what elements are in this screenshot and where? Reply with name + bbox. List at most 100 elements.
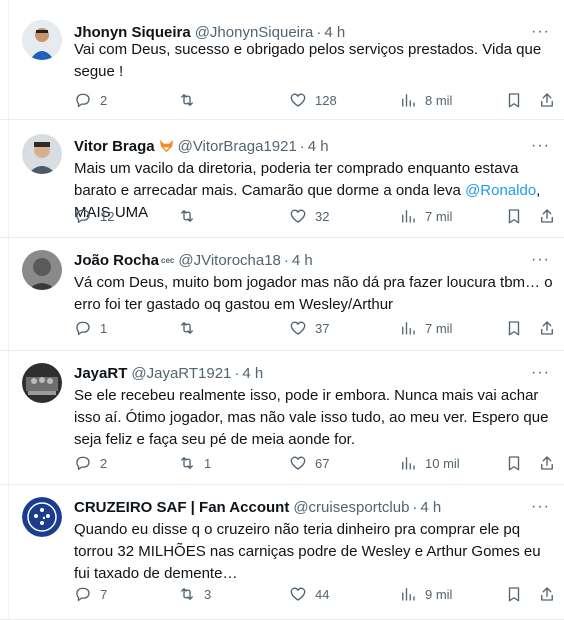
views-button[interactable]: 7 mil (399, 318, 452, 338)
timestamp[interactable]: 4 h (324, 24, 345, 41)
share-icon (541, 321, 553, 335)
tweet-actions: 2 1 67 10 mil (74, 453, 553, 473)
retweet-button[interactable] (178, 318, 204, 338)
reply-icon (76, 209, 90, 224)
tweet-header: Vitor Braga @VitorBraga1921 · 4 h (74, 136, 329, 156)
reply-count: 12 (100, 208, 115, 224)
bookmark-button[interactable] (505, 318, 523, 338)
tweet-header: JayaRT @JayaRT1921 · 4 h (74, 363, 263, 383)
tweet-joao[interactable]: João Rocha cec @JVitorocha18 · 4 h ··· V… (0, 238, 564, 351)
tweet-jhonyn[interactable]: Jhonyn Siqueira @JhonynSiqueira · 4 h ··… (0, 0, 564, 120)
more-options-icon[interactable]: ··· (531, 24, 550, 40)
reply-count: 1 (100, 320, 108, 336)
tweet-text: Quando eu disse q o cruzeiro não teria d… (74, 521, 541, 582)
share-icon (541, 587, 553, 601)
author-name[interactable]: João Rocha (74, 252, 159, 269)
tweet-jayart[interactable]: JayaRT @JayaRT1921 · 4 h ··· Se ele rece… (0, 351, 564, 485)
like-button[interactable]: 44 (289, 584, 329, 604)
heart-icon (290, 456, 306, 470)
timestamp[interactable]: 4 h (420, 499, 441, 516)
avatar[interactable] (22, 20, 62, 60)
tweet-cruzeiro[interactable]: CRUZEIRO SAF | Fan Account @cruisesportc… (0, 485, 564, 620)
tweet-header: CRUZEIRO SAF | Fan Account @cruisesportc… (74, 497, 441, 517)
like-button[interactable]: 32 (289, 206, 329, 226)
author-handle[interactable]: @JayaRT1921 (131, 365, 231, 382)
share-button[interactable] (538, 318, 556, 338)
reply-icon (76, 587, 90, 602)
share-button[interactable] (538, 206, 556, 226)
bookmark-button[interactable] (505, 453, 523, 473)
more-options-icon[interactable]: ··· (531, 365, 550, 381)
reply-button[interactable]: 1 (74, 318, 107, 338)
reply-button[interactable]: 7 (74, 584, 107, 604)
share-button[interactable] (538, 90, 556, 110)
bookmark-button[interactable] (505, 584, 523, 604)
author-name[interactable]: Vitor Braga (74, 138, 155, 155)
heart-icon (290, 587, 306, 601)
bookmark-button[interactable] (505, 206, 523, 226)
avatar[interactable] (22, 497, 62, 537)
timestamp[interactable]: 4 h (308, 138, 329, 155)
heart-icon (290, 321, 306, 335)
author-name[interactable]: CRUZEIRO SAF | Fan Account (74, 499, 289, 516)
like-count: 32 (315, 208, 330, 224)
share-button[interactable] (538, 584, 556, 604)
reply-button[interactable]: 2 (74, 90, 107, 110)
retweet-button[interactable] (178, 206, 204, 226)
reply-icon (76, 456, 90, 471)
like-button[interactable]: 37 (289, 318, 329, 338)
views-icon (402, 457, 415, 470)
mention-link[interactable]: @Ronaldo (465, 182, 536, 199)
timestamp[interactable]: 4 h (242, 365, 263, 382)
heart-icon (290, 209, 306, 223)
separator: · (299, 137, 305, 155)
tweet-vitor[interactable]: Vitor Braga @VitorBraga1921 · 4 h ··· Ma… (0, 120, 564, 238)
retweet-button[interactable]: 1 (178, 453, 211, 473)
reply-button[interactable]: 12 (74, 206, 114, 226)
retweet-icon (181, 210, 193, 222)
timestamp[interactable]: 4 h (292, 252, 313, 269)
retweet-button[interactable] (178, 90, 204, 110)
reply-count: 7 (100, 586, 108, 602)
bookmark-button[interactable] (505, 90, 523, 110)
views-icon (402, 588, 415, 601)
more-options-icon[interactable]: ··· (531, 252, 550, 268)
separator: · (316, 23, 322, 41)
retweet-count: 1 (204, 455, 212, 471)
avatar[interactable] (22, 250, 62, 290)
views-button[interactable]: 8 mil (399, 90, 452, 110)
like-button[interactable]: 128 (289, 90, 337, 110)
retweet-icon (181, 588, 193, 600)
views-button[interactable]: 7 mil (399, 206, 452, 226)
fox-emoji-icon (159, 139, 173, 153)
views-button[interactable]: 9 mil (399, 584, 452, 604)
views-count: 7 mil (425, 208, 453, 224)
avatar[interactable] (22, 363, 62, 403)
like-button[interactable]: 67 (289, 453, 329, 473)
author-handle[interactable]: @VitorBraga1921 (178, 138, 297, 155)
bookmark-icon (508, 456, 520, 471)
retweet-button[interactable]: 3 (178, 584, 211, 604)
tweet-text: Vá com Deus, muito bom jogador mas não d… (74, 274, 553, 313)
author-handle[interactable]: @JhonynSiqueira (195, 24, 314, 41)
author-handle[interactable]: @cruisesportclub (293, 499, 409, 516)
author-handle[interactable]: @JVitorocha18 (178, 252, 281, 269)
retweet-count: 3 (204, 586, 212, 602)
views-count: 8 mil (425, 92, 453, 108)
like-count: 67 (315, 455, 330, 471)
bookmark-icon (508, 209, 520, 224)
more-options-icon[interactable]: ··· (531, 138, 550, 154)
author-name[interactable]: JayaRT (74, 365, 127, 382)
separator: · (234, 364, 240, 382)
share-icon (541, 209, 553, 223)
share-button[interactable] (538, 453, 556, 473)
views-button[interactable]: 10 mil (399, 453, 460, 473)
avatar[interactable] (22, 134, 62, 174)
views-count: 9 mil (425, 586, 453, 602)
reply-button[interactable]: 2 (74, 453, 107, 473)
more-options-icon[interactable]: ··· (531, 499, 550, 515)
separator: · (283, 251, 289, 269)
author-name[interactable]: Jhonyn Siqueira (74, 24, 191, 41)
separator: · (412, 498, 418, 516)
tweet-text-part: Mais um vacilo da diretoria, poderia ter… (74, 160, 519, 199)
